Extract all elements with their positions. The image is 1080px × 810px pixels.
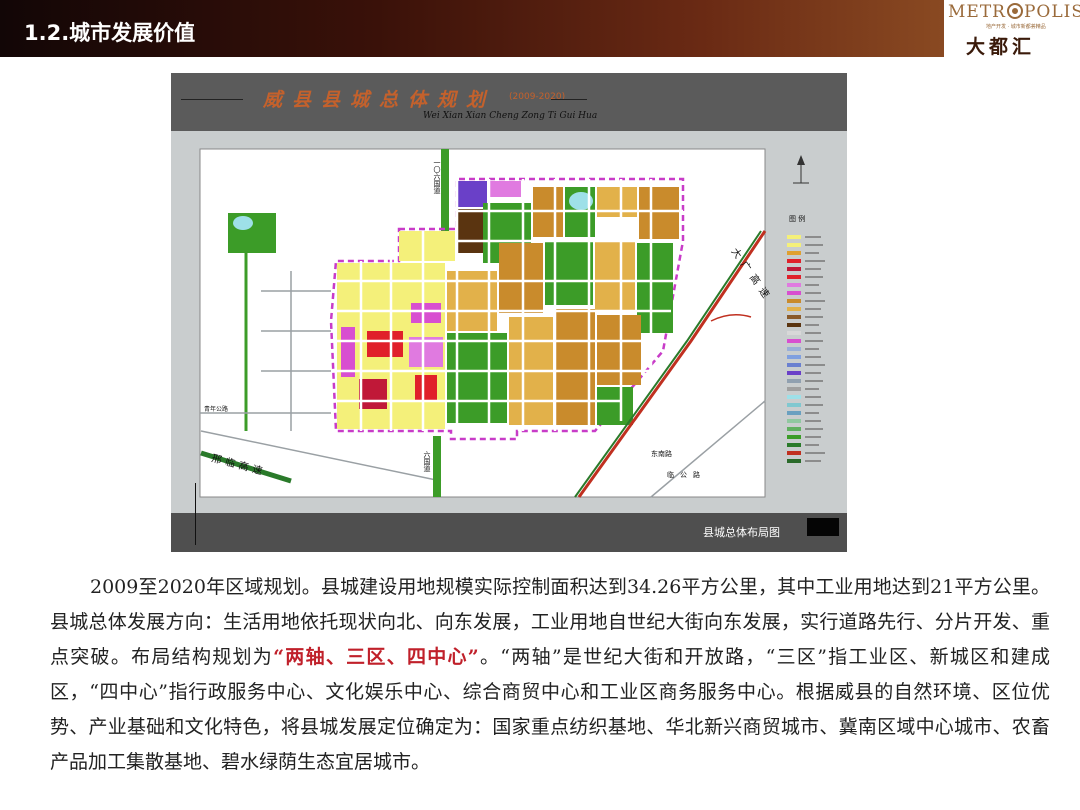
- map-years: (2009-2020): [509, 92, 566, 102]
- map-title: 威县县城总体规划: [263, 89, 496, 111]
- south-road-label: 六国道: [423, 450, 431, 473]
- logo-subtitle: 地产开发 · 城市新都荟精品: [986, 24, 1046, 30]
- green-corridor-south: [433, 436, 441, 497]
- map-canvas: 一〇六国道 青年公路 邢临高速 六国道 大广高速 东南路 临公路 图 例: [171, 131, 847, 513]
- zone-green-d: [637, 243, 673, 333]
- zone-civic: [457, 181, 487, 207]
- map-pinyin: Wei Xian Xian Cheng Zong Ti Gui Hua: [423, 111, 598, 121]
- planning-map: 威县县城总体规划 (2009-2020) Wei Xian Xian Cheng…: [171, 73, 847, 552]
- north-road-label: 一〇六国道: [433, 159, 441, 195]
- se-road-label-1: 东南路: [651, 449, 672, 458]
- pond-west: [233, 216, 253, 230]
- se-road-label-2: 临公路: [667, 470, 706, 479]
- zone-public-north: [489, 181, 521, 197]
- page-title: 1.2.城市发展价值: [24, 21, 196, 45]
- logo-ring-icon: [1006, 3, 1023, 19]
- title-rule-left: [181, 99, 243, 100]
- zone-public-c: [341, 327, 355, 377]
- map-caption: 县城总体布局图: [703, 526, 780, 539]
- logo-chinese: 大都汇: [966, 36, 1036, 58]
- zone-industrial-c: [639, 187, 679, 239]
- brand-logo: METR POLIS 地产开发 · 城市新都荟精品 大都汇: [944, 0, 1080, 58]
- zone-industrial-i: [597, 315, 641, 385]
- zone-commercial-b: [359, 379, 387, 409]
- north-arrow-icon: [793, 155, 809, 184]
- zone-public-a: [411, 303, 441, 323]
- zone-commercial-a: [367, 331, 403, 357]
- zone-industrial-b: [597, 187, 637, 217]
- map-legend: [787, 235, 825, 463]
- map-title-bar: 威县县城总体规划 (2009-2020) Wei Xian Xian Cheng…: [171, 73, 847, 131]
- legend-title: 图 例: [789, 214, 805, 223]
- zone-residential-north: [399, 231, 455, 261]
- zone-commercial-c: [415, 375, 437, 401]
- map-caption-bar: 县城总体布局图: [171, 513, 847, 552]
- frame-line: [195, 483, 196, 545]
- body-paragraph: 2009至2020年区域规划。县城建设用地规模实际控制面积达到34.26平方公里…: [50, 570, 1050, 780]
- caption-box: [807, 518, 839, 536]
- west-road-label: 青年公路: [204, 405, 228, 413]
- zone-green-f: [597, 387, 633, 425]
- map-svg: 一〇六国道 青年公路 邢临高速 六国道 大广高速 东南路 临公路 图 例: [199, 148, 825, 498]
- zone-green-c: [545, 241, 593, 305]
- title-rule-right: [551, 99, 587, 100]
- zone-dark: [457, 209, 487, 253]
- highlight-text: “两轴、三区、四中心”: [273, 646, 479, 668]
- header-bar: 1.2.城市发展价值 METR POLIS 地产开发 · 城市新都荟精品 大都汇: [0, 0, 1080, 58]
- zone-industrial-f: [595, 241, 635, 311]
- logo-wordmark: METR POLIS: [948, 2, 1080, 22]
- zone-industrial-e: [499, 243, 543, 313]
